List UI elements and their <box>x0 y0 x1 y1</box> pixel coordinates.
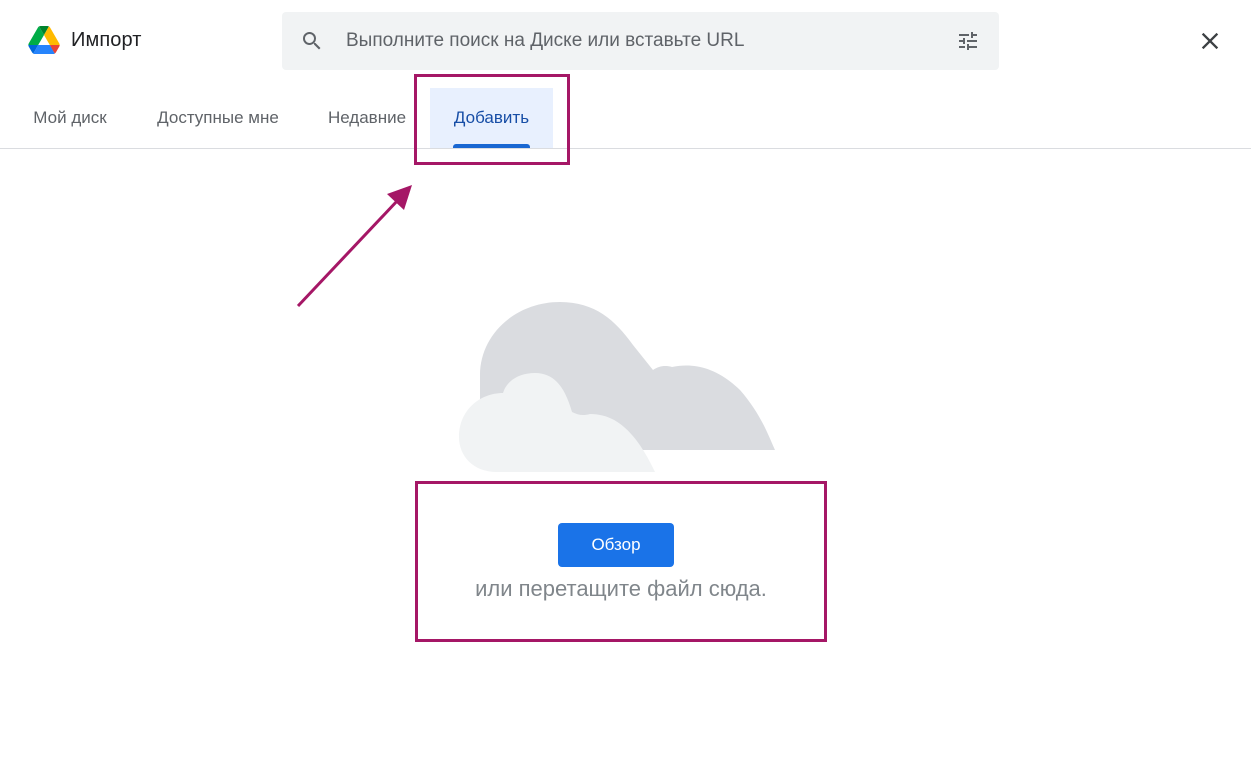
tab-bar: Мой диск Доступные мне Недавние Добавить <box>0 88 1251 149</box>
import-dialog: Импорт Мой диск Доступные мне Недавние Д… <box>0 0 1251 767</box>
close-icon[interactable] <box>1196 27 1224 55</box>
annotation-highlight-tab <box>414 74 570 165</box>
drop-hint-text: или перетащите файл сюда. <box>475 576 767 601</box>
search-icon[interactable] <box>300 29 324 53</box>
tab-recent[interactable]: Недавние <box>310 88 424 148</box>
search-bar[interactable] <box>282 12 999 70</box>
tune-icon[interactable] <box>956 29 980 53</box>
tab-shared-with-me[interactable]: Доступные мне <box>138 88 298 148</box>
tab-my-drive[interactable]: Мой диск <box>8 88 132 148</box>
cloud-illustration <box>459 302 775 472</box>
annotation-arrow <box>296 185 412 308</box>
search-input[interactable] <box>346 22 926 60</box>
google-drive-icon <box>28 26 60 54</box>
app-title: Импорт <box>71 29 142 51</box>
browse-button[interactable]: Обзор <box>558 523 674 567</box>
